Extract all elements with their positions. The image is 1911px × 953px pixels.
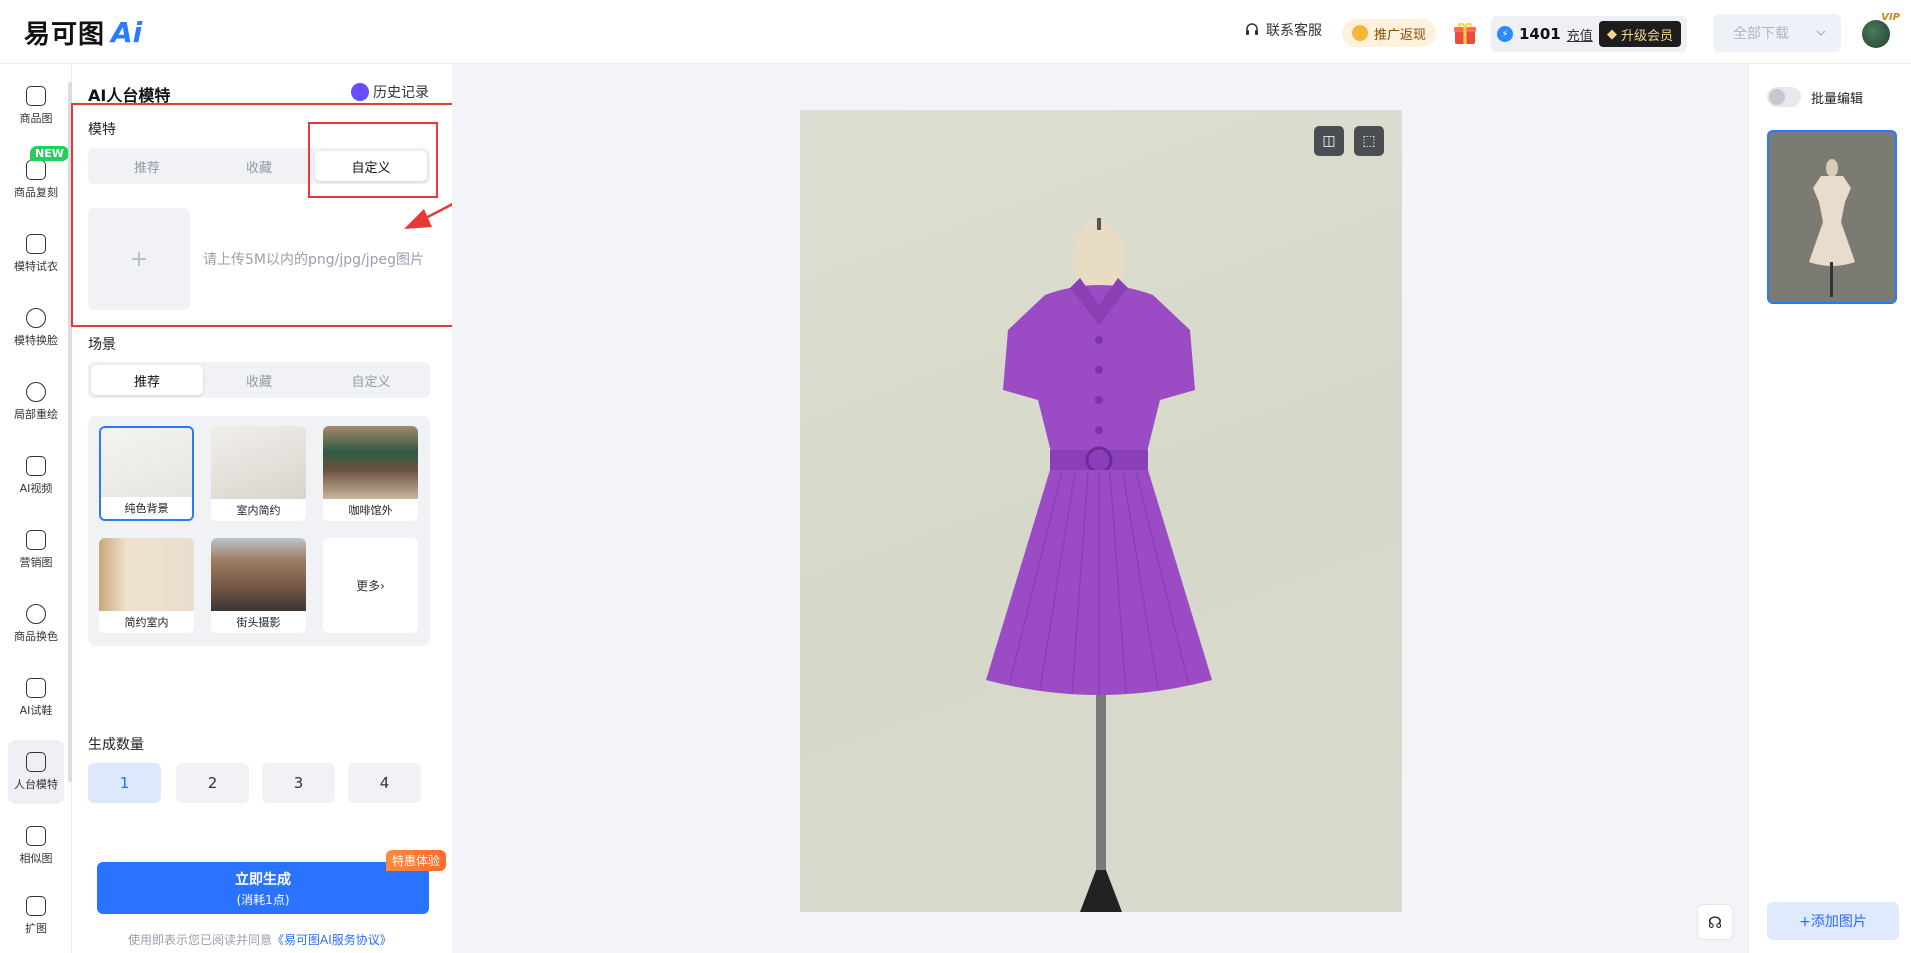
thumbnail-dress — [1809, 159, 1855, 297]
image-thumbnail[interactable] — [1767, 130, 1897, 304]
batch-edit-label: 批量编辑 — [1811, 92, 1864, 107]
support-icon[interactable]: ☊ — [1697, 904, 1733, 940]
result-image[interactable]: ◫ ⬚ — [800, 110, 1402, 912]
select-cursor-icon[interactable]: ⬚ — [1354, 126, 1384, 156]
add-image-button[interactable]: +添加图片 — [1767, 902, 1899, 940]
compare-icon[interactable]: ◫ — [1314, 126, 1344, 156]
batch-edit-toggle[interactable] — [1767, 87, 1801, 107]
dress-mannequin-illustration — [986, 218, 1212, 912]
toggle-knob — [1769, 89, 1785, 105]
right-panel: 批量编辑 +添加图片 — [1748, 64, 1911, 953]
